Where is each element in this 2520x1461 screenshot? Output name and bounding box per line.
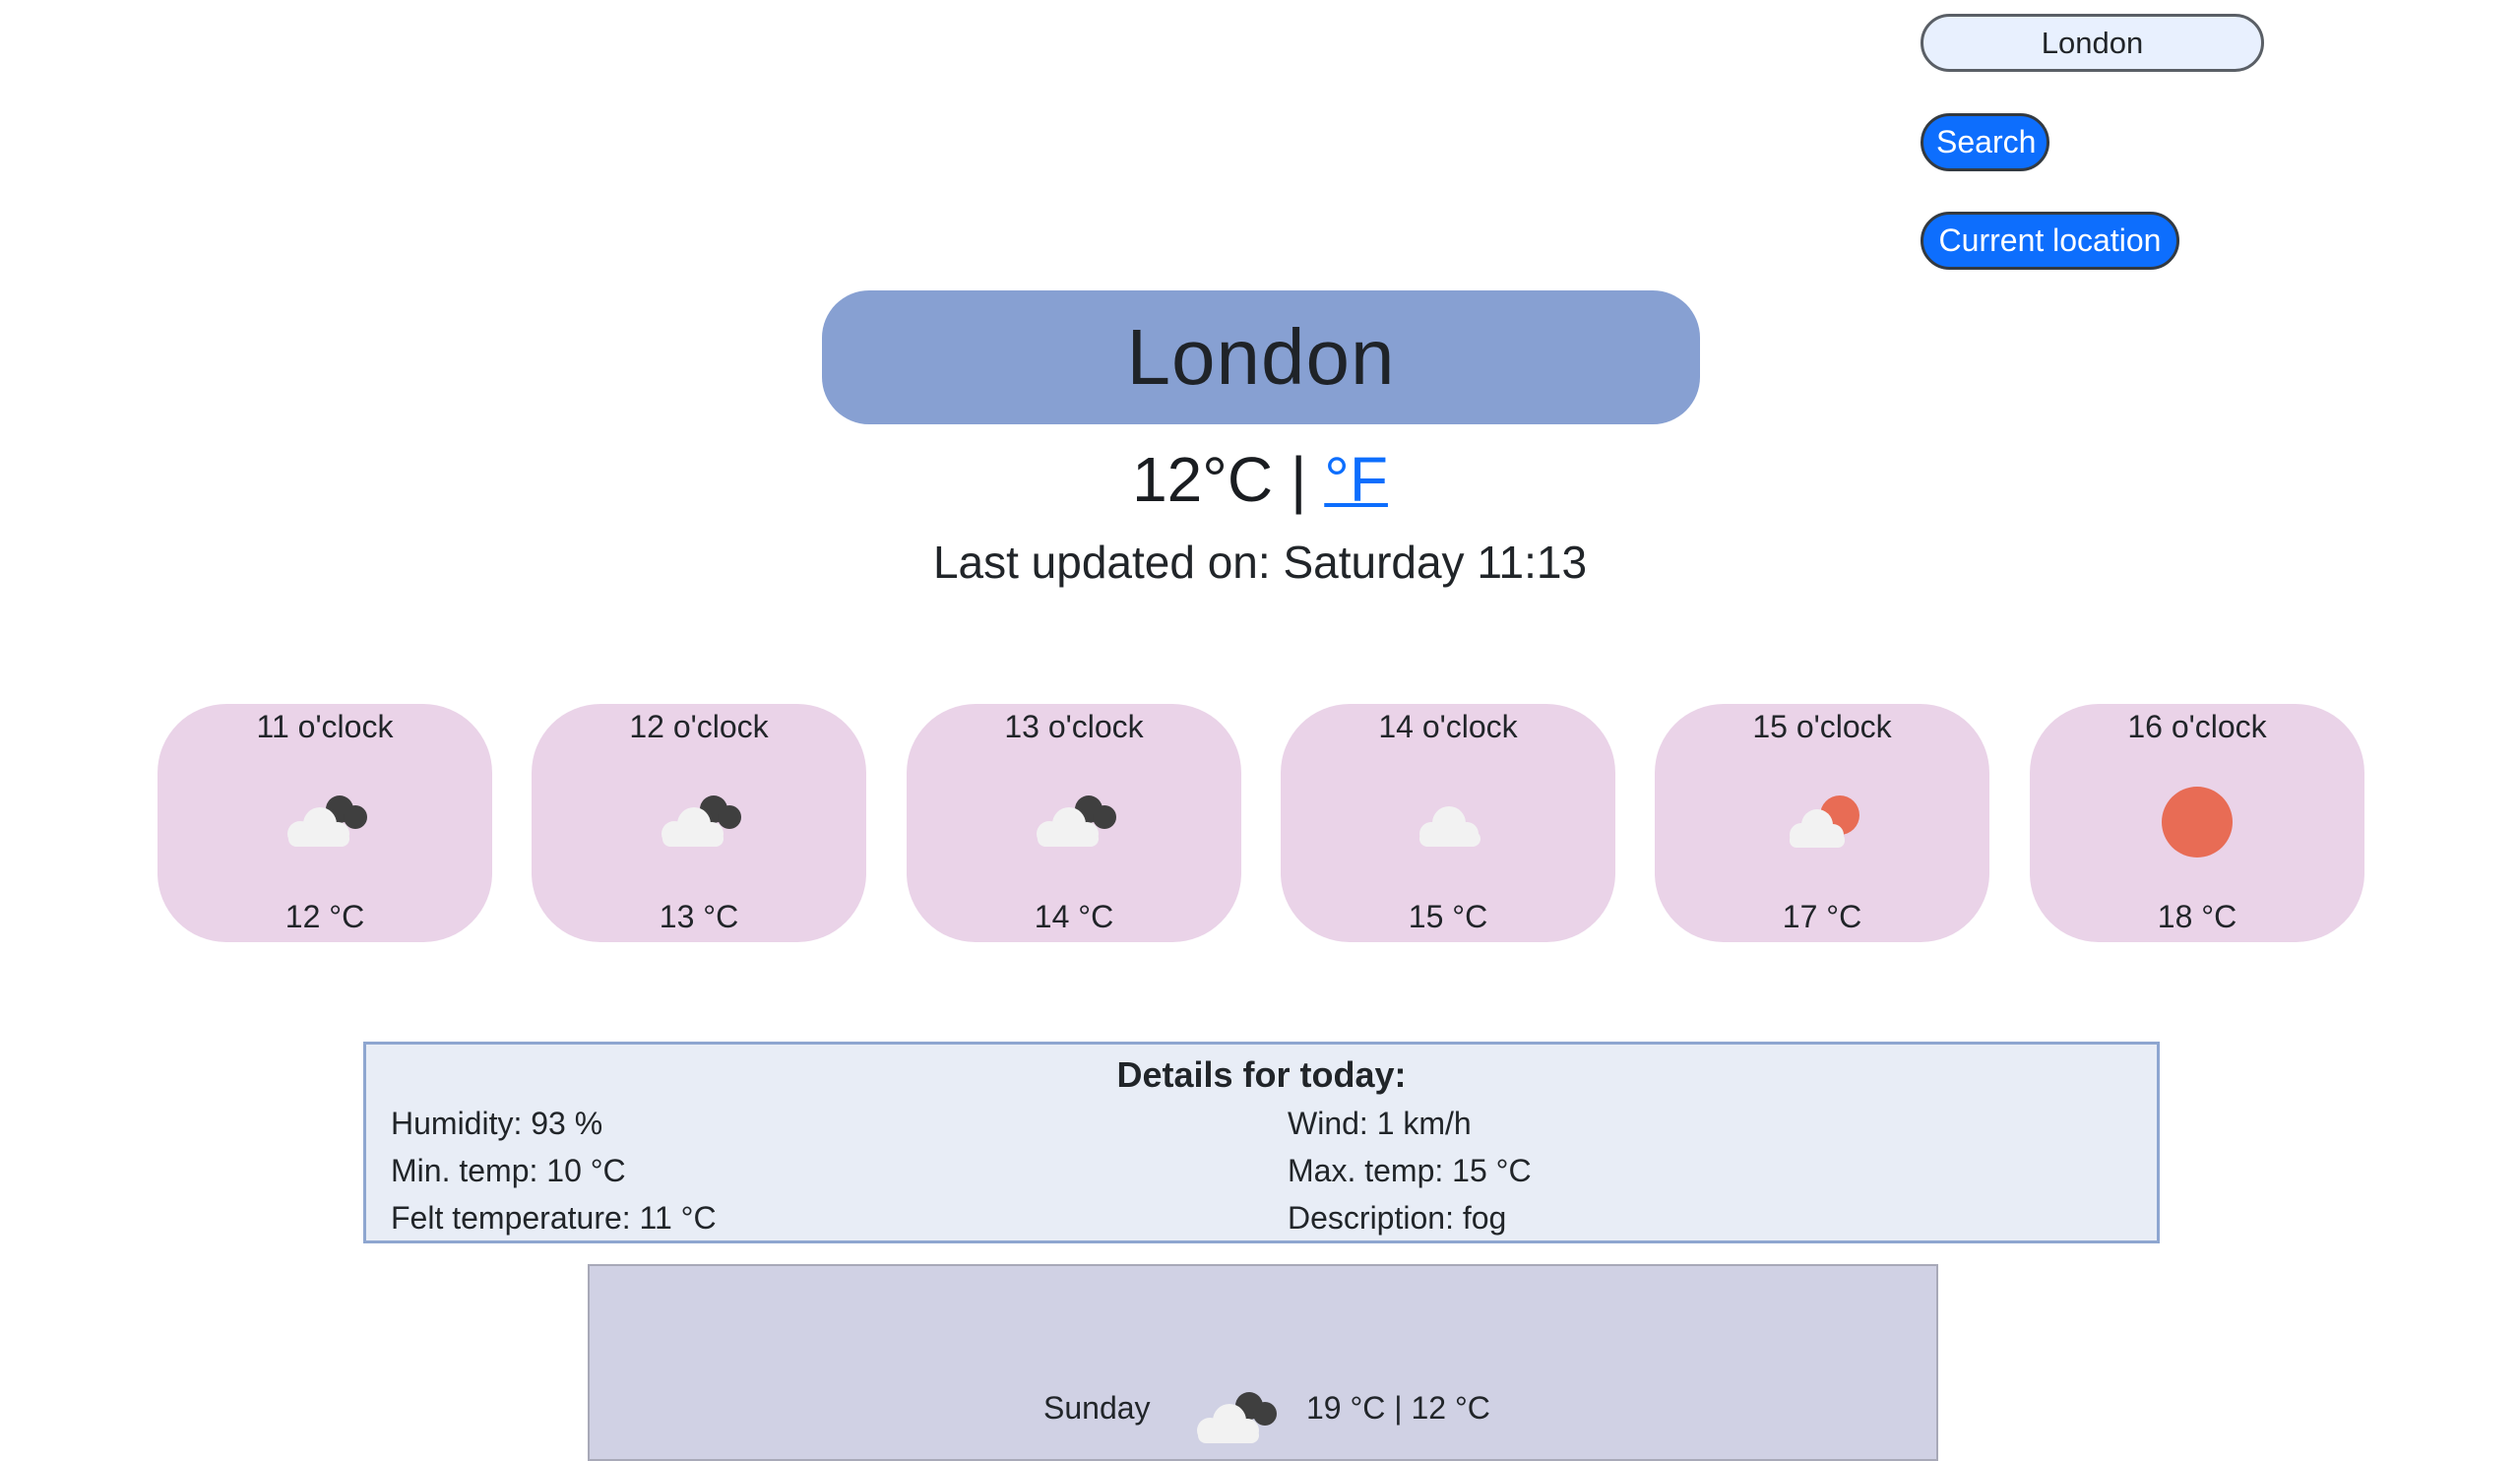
hour-label: 15 o'clock: [1752, 709, 1892, 744]
hourly-forecast: 11 o'clock 12 °C 12 o'clock 13 °C 13 o'c…: [158, 704, 2364, 942]
city-name: London: [1126, 313, 1396, 401]
cloud-dark-icon: [1197, 1392, 1277, 1443]
max-temperature: Max. temp: 15 °C: [1288, 1153, 1532, 1188]
hour-label: 11 o'clock: [256, 709, 394, 744]
forecast-temperatures: 19 °C | 12 °C: [1306, 1390, 1490, 1426]
current-temperature-line: 12°C | °F: [0, 443, 2520, 516]
search-button[interactable]: Search: [1921, 113, 2049, 171]
min-temperature: Min. temp: 10 °C: [391, 1153, 626, 1188]
fahrenheit-link[interactable]: °F: [1324, 444, 1388, 515]
hour-temperature: 14 °C: [1034, 899, 1114, 934]
current-location-button[interactable]: Current location: [1921, 212, 2179, 270]
hour-label: 16 o'clock: [2127, 709, 2267, 744]
hour-temperature: 17 °C: [1782, 899, 1862, 934]
hour-card: 15 o'clock 17 °C: [1655, 704, 1989, 942]
sun-cloud-icon: [1790, 795, 1859, 848]
sun-icon: [2162, 787, 2233, 858]
hour-card: 16 o'clock 18 °C: [2030, 704, 2364, 942]
hour-temperature: 18 °C: [2157, 899, 2237, 934]
cloud-dark-icon: [287, 795, 367, 847]
felt-temperature: Felt temperature: 11 °C: [391, 1200, 717, 1236]
details-title: Details for today:: [1116, 1054, 1407, 1095]
wind: Wind: 1 km/h: [1288, 1106, 1472, 1141]
daily-forecast: Sunday 19 °C | 12 °C: [588, 1264, 1938, 1461]
hour-label: 14 o'clock: [1378, 709, 1518, 744]
humidity: Humidity: 93 %: [391, 1106, 603, 1141]
hour-temperature: 12 °C: [284, 899, 365, 934]
last-updated: Last updated on: Saturday 11:13: [932, 537, 1588, 588]
hour-label: 12 o'clock: [629, 709, 769, 744]
hour-temperature: 13 °C: [659, 899, 739, 934]
weather-description: Description: fog: [1288, 1200, 1507, 1236]
city-search-input[interactable]: [1921, 14, 2264, 72]
forecast-day: Sunday: [1043, 1390, 1151, 1426]
hour-card: 13 o'clock 14 °C: [907, 704, 1241, 942]
cloud-dark-icon: [1037, 795, 1116, 847]
details-panel: Details for today: Humidity: 93 % Wind: …: [363, 1042, 2160, 1243]
hour-card: 11 o'clock 12 °C: [158, 704, 492, 942]
cloud-icon: [1419, 806, 1480, 847]
hour-card: 12 o'clock 13 °C: [532, 704, 866, 942]
unit-separator: |: [1273, 444, 1325, 515]
cloud-dark-icon: [662, 795, 741, 847]
hour-label: 13 o'clock: [1004, 709, 1144, 744]
city-banner: London: [822, 290, 1700, 424]
hour-card: 14 o'clock 15 °C: [1281, 704, 1615, 942]
current-temperature: 12°C: [1132, 444, 1274, 515]
hour-temperature: 15 °C: [1408, 899, 1488, 934]
